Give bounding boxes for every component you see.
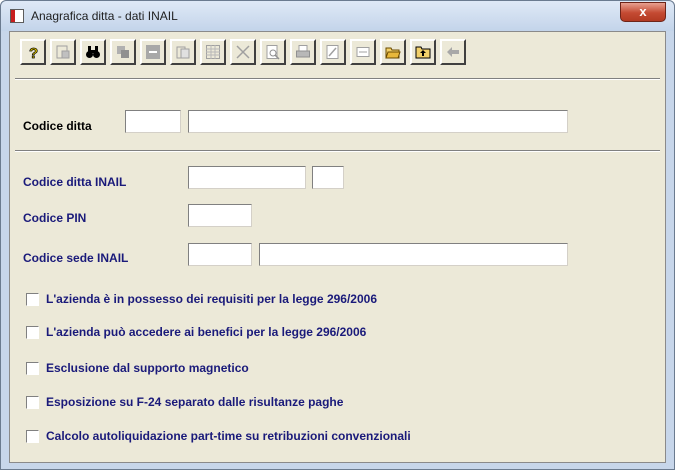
print-icon xyxy=(296,45,310,58)
back-arrow-icon xyxy=(447,47,459,57)
codice-sede-inail-label: Codice sede INAIL xyxy=(23,251,129,265)
form-separator xyxy=(15,150,660,152)
toolbar-separator xyxy=(15,78,660,80)
delete-x-icon xyxy=(236,45,250,59)
grid-button[interactable] xyxy=(200,39,226,65)
remove-button[interactable] xyxy=(140,39,166,65)
codice-ditta-inail-input[interactable] xyxy=(188,166,306,189)
codice-pin-input[interactable] xyxy=(188,204,252,227)
checkbox-label: Esclusione dal supporto magnetico xyxy=(46,361,249,375)
codice-sede-inail-description-input[interactable] xyxy=(259,243,568,266)
properties-icon xyxy=(56,45,70,59)
export-button[interactable] xyxy=(320,39,346,65)
copy-button[interactable] xyxy=(110,39,136,65)
form-button[interactable] xyxy=(350,39,376,65)
window-title: Anagrafica ditta - dati INAIL xyxy=(31,9,178,23)
codice-sede-inail-code-input[interactable] xyxy=(188,243,252,266)
checkbox-box[interactable] xyxy=(26,326,39,339)
help-button[interactable]: ? xyxy=(20,39,46,65)
app-icon xyxy=(10,9,24,23)
copy-icon xyxy=(117,46,129,58)
close-button[interactable]: x xyxy=(620,2,666,22)
dialog-window: Anagrafica ditta - dati INAIL x ? Codice… xyxy=(0,0,675,470)
minus-icon xyxy=(146,45,160,59)
checkbox-label: L'azienda può accedere ai benefici per l… xyxy=(46,325,367,339)
open-folder-button[interactable] xyxy=(380,39,406,65)
checkbox-label: Calcolo autoliquidazione part-time su re… xyxy=(46,429,411,443)
print-button[interactable] xyxy=(290,39,316,65)
form-icon xyxy=(356,47,370,57)
paste-icon xyxy=(176,46,190,59)
codice-pin-label: Codice PIN xyxy=(23,211,87,225)
dialog-body: ? Codice ditta Codice ditta INAIL Codice… xyxy=(9,31,666,463)
open-folder-icon xyxy=(385,47,401,59)
delete-button[interactable] xyxy=(230,39,256,65)
codice-ditta-code-input[interactable] xyxy=(125,110,181,133)
checkbox-label: L'azienda è in possesso dei requisiti pe… xyxy=(46,292,377,306)
back-button[interactable] xyxy=(440,39,466,65)
folder-up-icon xyxy=(415,46,431,59)
search-button[interactable] xyxy=(80,39,106,65)
properties-button[interactable] xyxy=(50,39,76,65)
checkbox-box[interactable] xyxy=(26,430,39,443)
checkbox-label: Esposizione su F-24 separato dalle risul… xyxy=(46,395,344,409)
grid-icon xyxy=(206,45,220,59)
paste-button[interactable] xyxy=(170,39,196,65)
preview-button[interactable] xyxy=(260,39,286,65)
checkbox-box[interactable] xyxy=(26,362,39,375)
checkbox-box[interactable] xyxy=(26,293,39,306)
title-bar[interactable]: Anagrafica ditta - dati INAIL x xyxy=(1,1,674,31)
search-binoculars-icon xyxy=(86,46,100,58)
export-icon xyxy=(326,45,339,59)
checkbox-box[interactable] xyxy=(26,396,39,409)
folder-up-button[interactable] xyxy=(410,39,436,65)
codice-ditta-inail-label: Codice ditta INAIL xyxy=(23,175,127,189)
codice-ditta-label: Codice ditta xyxy=(23,119,92,133)
svg-text:?: ? xyxy=(29,45,38,60)
preview-icon xyxy=(266,45,280,60)
help-icon: ? xyxy=(29,45,39,60)
codice-ditta-name-input[interactable] xyxy=(188,110,568,133)
codice-ditta-inail-suffix-input[interactable] xyxy=(312,166,344,189)
